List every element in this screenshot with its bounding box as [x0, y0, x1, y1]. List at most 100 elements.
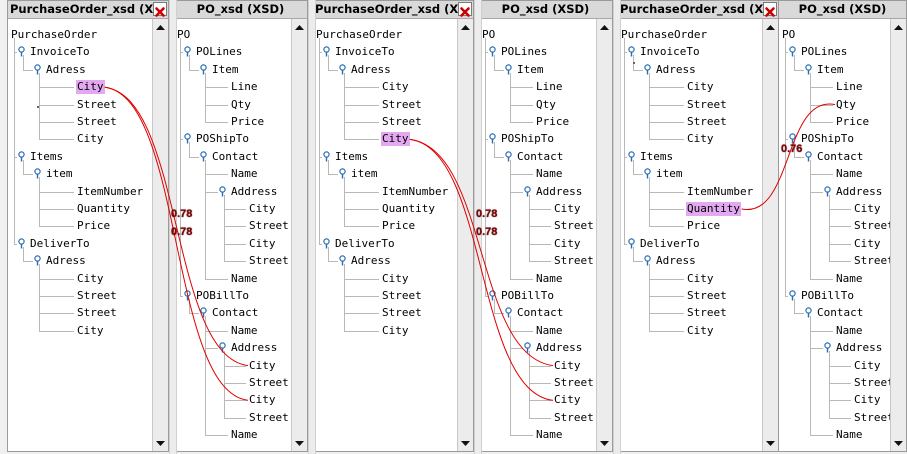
- close-panel-button[interactable]: [458, 2, 472, 17]
- tree-node-qty[interactable]: Qty: [230, 98, 252, 112]
- tree-node-deliverto[interactable]: DeliverTo: [29, 237, 91, 251]
- expander-handle-icon[interactable]: [217, 342, 228, 353]
- tree-node-contact[interactable]: Contact: [516, 150, 564, 164]
- tree-node-street[interactable]: Street: [381, 289, 423, 303]
- tree-node-city[interactable]: City: [553, 202, 582, 216]
- tree-node-street[interactable]: Street: [686, 306, 728, 320]
- expander-handle-icon[interactable]: [32, 255, 43, 266]
- tree-node-address[interactable]: Address: [230, 185, 278, 199]
- tree-node-po[interactable]: PO: [781, 28, 796, 42]
- tree-node-street[interactable]: Street: [76, 115, 118, 129]
- scroll-down-arrow-icon[interactable]: [459, 437, 472, 450]
- expander-handle-icon[interactable]: [337, 64, 348, 75]
- tree-node-address[interactable]: Address: [535, 341, 583, 355]
- scroll-down-arrow-icon[interactable]: [154, 437, 167, 450]
- tree-node-street[interactable]: Street: [853, 219, 895, 233]
- tree-node-name[interactable]: Name: [535, 324, 564, 338]
- expander-handle-icon[interactable]: [32, 168, 43, 179]
- tree-node-street[interactable]: Street: [853, 376, 895, 390]
- tree-node-name[interactable]: Name: [835, 324, 864, 338]
- expander-handle-icon[interactable]: [487, 290, 498, 301]
- tree-node-adress[interactable]: Adress: [655, 63, 697, 77]
- scroll-down-arrow-icon[interactable]: [293, 437, 306, 450]
- tree-node-adress[interactable]: Adress: [45, 63, 87, 77]
- expander-handle-icon[interactable]: [198, 64, 209, 75]
- tree-node-address[interactable]: Address: [835, 185, 883, 199]
- tree-node-item[interactable]: Item: [211, 63, 240, 77]
- tree-node-street[interactable]: Street: [686, 289, 728, 303]
- tree-node-city[interactable]: City: [248, 359, 277, 373]
- tree-node-price[interactable]: Price: [381, 219, 416, 233]
- tree-node-city[interactable]: City: [553, 393, 582, 407]
- tree-node-polines[interactable]: POLines: [195, 45, 243, 59]
- expander-handle-icon[interactable]: [522, 185, 533, 197]
- tree-node-street[interactable]: Street: [381, 115, 423, 129]
- tree-node-contact[interactable]: Contact: [211, 306, 259, 320]
- tree-node-city[interactable]: City: [248, 202, 277, 216]
- tree-node-price[interactable]: Price: [76, 219, 111, 233]
- tree-node-name[interactable]: Name: [835, 272, 864, 286]
- tree-node-poshipto[interactable]: POShipTo: [500, 132, 555, 146]
- tree-node-poshipto[interactable]: POShipTo: [195, 132, 250, 146]
- expander-handle-icon[interactable]: [16, 238, 27, 249]
- tree-node-line[interactable]: Line: [835, 80, 864, 94]
- tree-node-pobillto[interactable]: POBillTo: [195, 289, 250, 303]
- scroll-up-arrow-icon[interactable]: [459, 21, 472, 34]
- tree-node-city[interactable]: City: [853, 202, 882, 216]
- expander-handle-icon[interactable]: [787, 46, 798, 57]
- tree-node-city[interactable]: City: [76, 80, 105, 95]
- tree-node-adress[interactable]: Adress: [350, 63, 392, 77]
- tree-node-name[interactable]: Name: [230, 272, 259, 286]
- tree-node-street[interactable]: Street: [686, 115, 728, 129]
- vertical-scrollbar[interactable]: [152, 19, 168, 451]
- vertical-scrollbar[interactable]: [291, 19, 307, 451]
- close-panel-button[interactable]: [153, 2, 167, 17]
- expander-handle-icon[interactable]: [16, 151, 27, 162]
- tree-node-item[interactable]: item: [655, 167, 684, 181]
- tree-node-items[interactable]: Items: [29, 150, 64, 164]
- tree-node-name[interactable]: Name: [230, 324, 259, 338]
- tree-node-qty[interactable]: Qty: [835, 98, 857, 112]
- tree-node-city[interactable]: City: [381, 324, 410, 338]
- tree-node-city[interactable]: City: [248, 393, 277, 407]
- tree-node-name[interactable]: Name: [535, 428, 564, 442]
- tree-node-adress[interactable]: Adress: [655, 254, 697, 268]
- tree-node-street[interactable]: Street: [76, 98, 118, 112]
- tree-node-price[interactable]: Price: [835, 115, 870, 129]
- tree-node-contact[interactable]: Contact: [816, 150, 864, 164]
- tree-node-city[interactable]: City: [853, 393, 882, 407]
- tree-node-price[interactable]: Price: [686, 219, 721, 233]
- expander-handle-icon[interactable]: [503, 151, 514, 162]
- tree-node-line[interactable]: Line: [535, 80, 564, 94]
- tree-node-item[interactable]: Item: [816, 63, 845, 77]
- scroll-down-arrow-icon[interactable]: [764, 437, 777, 450]
- expander-handle-icon[interactable]: [503, 307, 514, 318]
- tree-node-purchaseorder[interactable]: PurchaseOrder: [10, 28, 98, 42]
- tree-node-polines[interactable]: POLines: [500, 45, 548, 59]
- tree-node-contact[interactable]: Contact: [211, 150, 259, 164]
- expander-handle-icon[interactable]: [803, 64, 814, 75]
- tree-node-quantity[interactable]: Quantity: [76, 202, 131, 216]
- tree-node-street[interactable]: Street: [381, 306, 423, 320]
- tree-node-address[interactable]: Address: [835, 341, 883, 355]
- expander-handle-icon[interactable]: [182, 290, 193, 301]
- tree-node-address[interactable]: Address: [230, 341, 278, 355]
- tree-node-city[interactable]: City: [248, 237, 277, 251]
- tree-node-street[interactable]: Street: [553, 219, 595, 233]
- expander-handle-icon[interactable]: [822, 185, 833, 197]
- scroll-up-arrow-icon[interactable]: [154, 21, 167, 34]
- expander-handle-icon[interactable]: [321, 151, 332, 162]
- tree-node-address[interactable]: Address: [535, 185, 583, 199]
- tree-node-street[interactable]: Street: [553, 254, 595, 268]
- tree-node-itemnumber[interactable]: ItemNumber: [686, 185, 754, 199]
- tree-node-items[interactable]: Items: [334, 150, 369, 164]
- vertical-scrollbar[interactable]: [762, 19, 778, 451]
- expander-handle-icon[interactable]: [337, 255, 348, 266]
- scroll-down-arrow-icon[interactable]: [598, 437, 611, 450]
- tree-node-street[interactable]: Street: [853, 411, 895, 425]
- tree-node-pobillto[interactable]: POBillTo: [800, 289, 855, 303]
- expander-handle-icon[interactable]: [217, 185, 228, 197]
- vertical-scrollbar[interactable]: [890, 19, 906, 451]
- tree-node-city[interactable]: City: [381, 80, 410, 94]
- tree-node-item[interactable]: item: [350, 167, 379, 181]
